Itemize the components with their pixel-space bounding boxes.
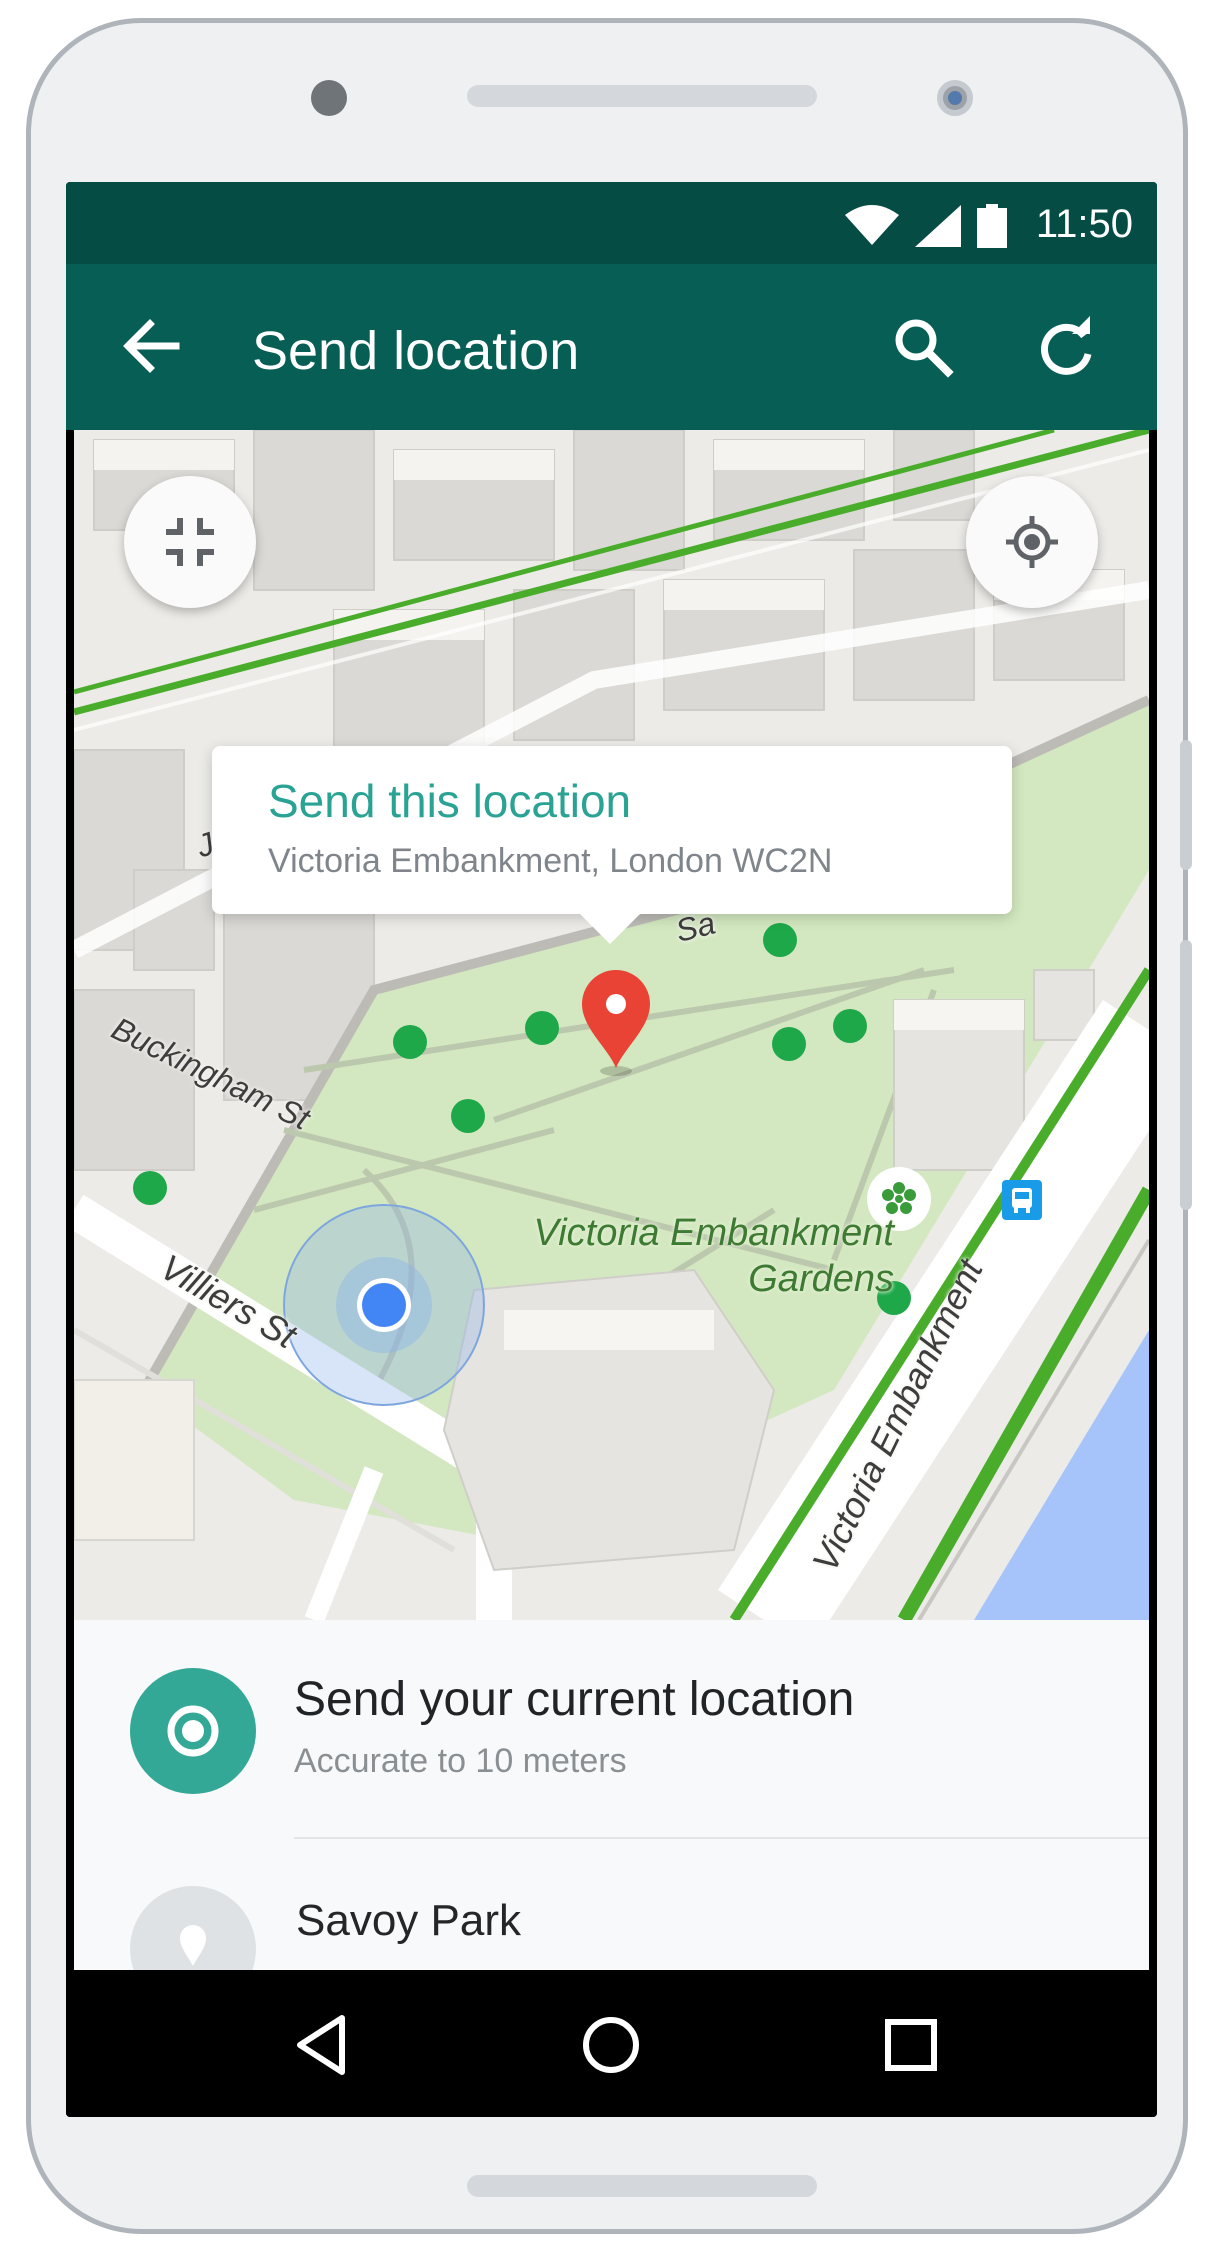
send-this-location-title: Send this location xyxy=(268,775,632,827)
proximity-sensor xyxy=(937,80,973,116)
poi-dot xyxy=(393,1025,427,1059)
park-label-line2: Gardens xyxy=(748,1258,894,1300)
poi-dot xyxy=(133,1171,167,1205)
my-location-button[interactable] xyxy=(966,476,1098,608)
search-icon xyxy=(895,319,954,378)
nav-home-button[interactable] xyxy=(566,2000,656,2090)
nav-home-icon xyxy=(583,2017,639,2073)
bottom-speaker xyxy=(467,2175,817,2197)
nav-back-button[interactable] xyxy=(278,2000,368,2090)
poi-dot xyxy=(525,1011,559,1045)
poi-dot xyxy=(451,1099,485,1133)
phone-screen: 11:50 Send location Buckingham St Villie… xyxy=(66,182,1157,2117)
refresh-button[interactable] xyxy=(1026,308,1106,388)
app-bar: Send location xyxy=(66,264,1157,430)
cell-signal-icon xyxy=(915,205,961,247)
send-current-location-row[interactable]: Send your current location Accurate to 1… xyxy=(74,1620,1149,1838)
current-location-title: Send your current location xyxy=(294,1673,855,1726)
poi-dot xyxy=(833,1009,867,1043)
map-pin-icon[interactable] xyxy=(578,968,654,1078)
power-button xyxy=(1180,740,1192,870)
navigation-bar xyxy=(66,1970,1157,2117)
current-location-accuracy: Accurate to 10 meters xyxy=(294,1742,627,1780)
my-location-icon xyxy=(1006,516,1058,568)
place-pin-icon xyxy=(130,1886,256,1970)
send-this-location-address: Victoria Embankment, London WC2N xyxy=(268,842,833,880)
battery-icon xyxy=(977,204,1007,248)
divider xyxy=(294,1837,1149,1839)
user-location-dot xyxy=(357,1278,411,1332)
earpiece-speaker xyxy=(467,85,817,107)
bus-stop-icon[interactable] xyxy=(1002,1180,1042,1220)
arrow-left-icon xyxy=(123,319,180,373)
park-label: Victoria Embankment Gardens xyxy=(444,1210,894,1302)
list-item[interactable]: Savoy Park xyxy=(74,1840,1149,1970)
search-button[interactable] xyxy=(884,308,964,388)
place-name: Savoy Park xyxy=(296,1896,521,1945)
back-button[interactable] xyxy=(116,310,188,382)
collapse-icon xyxy=(166,518,214,566)
map-view[interactable]: Buckingham St Villiers St Victoria Emban… xyxy=(74,430,1149,1620)
current-location-icon xyxy=(130,1668,256,1794)
poi-dot xyxy=(763,923,797,957)
nav-recents-icon xyxy=(885,2019,937,2071)
location-options-sheet: Send your current location Accurate to 1… xyxy=(74,1620,1149,1970)
send-this-location-popup[interactable]: Send this location Victoria Embankment, … xyxy=(212,746,1012,944)
front-camera xyxy=(311,80,347,116)
wifi-icon xyxy=(845,205,899,245)
park-label-line1: Victoria Embankment xyxy=(533,1212,894,1254)
status-time: 11:50 xyxy=(1035,202,1133,246)
status-bar: 11:50 xyxy=(66,182,1157,264)
volume-button xyxy=(1180,940,1192,1210)
refresh-icon xyxy=(1041,316,1092,375)
page-title: Send location xyxy=(252,321,580,381)
poi-dot xyxy=(772,1027,806,1061)
collapse-map-button[interactable] xyxy=(124,476,256,608)
nav-back-icon xyxy=(297,2015,345,2075)
nav-recents-button[interactable] xyxy=(866,2000,956,2090)
